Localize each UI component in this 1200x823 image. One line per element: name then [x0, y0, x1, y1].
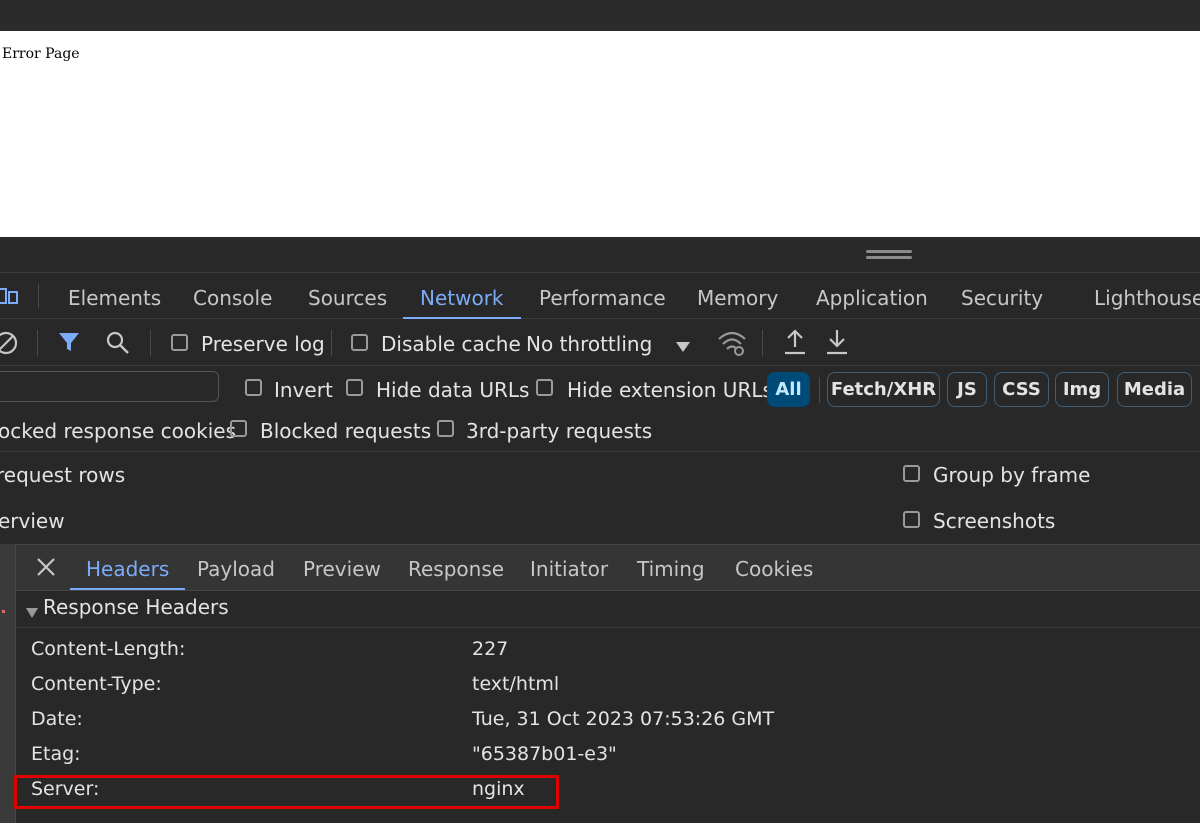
tab-console[interactable]: Console — [193, 273, 272, 319]
tab-response[interactable]: Response — [408, 545, 504, 590]
filter-type-media[interactable]: Media — [1117, 372, 1192, 407]
blocked-requests-checkbox[interactable] — [230, 420, 247, 437]
filter-type-css[interactable]: CSS — [994, 372, 1049, 407]
tab-security[interactable]: Security — [961, 273, 1043, 319]
screenshots-checkbox[interactable] — [903, 511, 920, 528]
export-har-icon[interactable] — [825, 328, 849, 360]
hide-data-urls-checkbox[interactable] — [346, 379, 363, 396]
header-name: Content-Length: — [31, 638, 186, 660]
browser-top-bar — [0, 0, 1200, 31]
tab-network[interactable]: Network — [403, 273, 521, 319]
third-party-checkbox[interactable] — [437, 420, 454, 437]
request-detail-tabs: Headers Payload Preview Response Initiat… — [0, 544, 1200, 591]
header-value: text/html — [472, 673, 560, 695]
hide-extension-urls-checkbox[interactable] — [536, 379, 553, 396]
group-by-frame-checkbox[interactable] — [903, 465, 920, 482]
tab-initiator[interactable]: Initiator — [530, 545, 608, 590]
network-settings: request rows erview Group by frame Scree… — [0, 452, 1200, 544]
section-title: Response Headers — [43, 595, 229, 619]
tab-sources[interactable]: Sources — [308, 273, 387, 319]
disable-cache-checkbox[interactable] — [351, 334, 368, 351]
invert-checkbox[interactable] — [245, 379, 262, 396]
clear-icon[interactable] — [0, 331, 18, 359]
third-party-label: 3rd-party requests — [466, 419, 653, 443]
devtools-tabbar: Elements Console Sources Network Perform… — [0, 272, 1200, 319]
tab-elements[interactable]: Elements — [68, 273, 161, 319]
tab-timing[interactable]: Timing — [637, 545, 705, 590]
preserve-log-checkbox[interactable] — [171, 334, 188, 351]
group-by-frame-label: Group by frame — [933, 463, 1091, 487]
header-name: Etag: — [31, 743, 81, 765]
filter-type-all[interactable]: All — [767, 372, 810, 407]
header-value: 227 — [472, 638, 509, 660]
search-icon[interactable] — [106, 331, 130, 359]
tab-payload[interactable]: Payload — [197, 545, 275, 590]
page-text: Error Page — [2, 46, 80, 62]
big-request-rows-label[interactable]: request rows — [0, 463, 125, 487]
devtools-resizer[interactable] — [0, 237, 1200, 272]
header-name: Date: — [31, 708, 83, 730]
response-headers-section[interactable]: Response Headers — [16, 591, 1200, 628]
preserve-log-label: Preserve log — [201, 332, 325, 356]
screenshots-label: Screenshots — [933, 509, 1056, 533]
request-error-marker — [2, 610, 5, 613]
chevron-down-icon[interactable] — [676, 337, 690, 356]
blocked-requests-label: Blocked requests — [260, 419, 432, 443]
tab-preview[interactable]: Preview — [303, 545, 381, 590]
filter-input[interactable] — [0, 371, 219, 402]
tab-headers[interactable]: Headers — [70, 545, 186, 590]
close-icon[interactable] — [37, 558, 55, 580]
tab-performance[interactable]: Performance — [539, 273, 666, 319]
header-value: "65387b01-e3" — [472, 743, 617, 765]
blocked-response-cookies-label[interactable]: ocked response cookies — [0, 419, 236, 443]
highlight-box — [14, 775, 559, 809]
network-conditions-icon[interactable] — [717, 329, 747, 361]
tab-cookies[interactable]: Cookies — [735, 545, 813, 590]
network-toolbar: Preserve log Disable cache No throttling — [0, 319, 1200, 366]
invert-label: Invert — [274, 378, 333, 402]
page-viewport: Error Page — [0, 31, 1200, 237]
import-har-icon[interactable] — [783, 328, 807, 360]
filter-type-js[interactable]: JS — [947, 372, 987, 407]
disable-cache-label: Disable cache — [381, 332, 521, 356]
throttling-select[interactable]: No throttling — [526, 332, 652, 356]
filter-row: Invert Hide data URLs Hide extension URL… — [0, 366, 1200, 412]
filter-icon[interactable] — [58, 331, 80, 357]
hide-extension-urls-label: Hide extension URLs — [567, 378, 773, 402]
resize-grip-icon[interactable] — [866, 250, 912, 259]
filter-type-img[interactable]: Img — [1055, 372, 1109, 407]
hide-data-urls-label: Hide data URLs — [376, 378, 530, 402]
tab-lighthouse[interactable]: Lighthouse — [1094, 273, 1200, 319]
blocked-filters-row: ocked response cookies Blocked requests … — [0, 412, 1200, 452]
overview-label[interactable]: erview — [0, 509, 65, 533]
tab-memory[interactable]: Memory — [697, 273, 778, 319]
header-name: Content-Type: — [31, 673, 162, 695]
header-value: Tue, 31 Oct 2023 07:53:26 GMT — [472, 708, 775, 730]
filter-type-fetch-xhr[interactable]: Fetch/XHR — [827, 372, 940, 407]
device-toggle-icon[interactable] — [0, 285, 20, 311]
tab-application[interactable]: Application — [816, 273, 928, 319]
triangle-down-icon[interactable] — [26, 603, 38, 622]
